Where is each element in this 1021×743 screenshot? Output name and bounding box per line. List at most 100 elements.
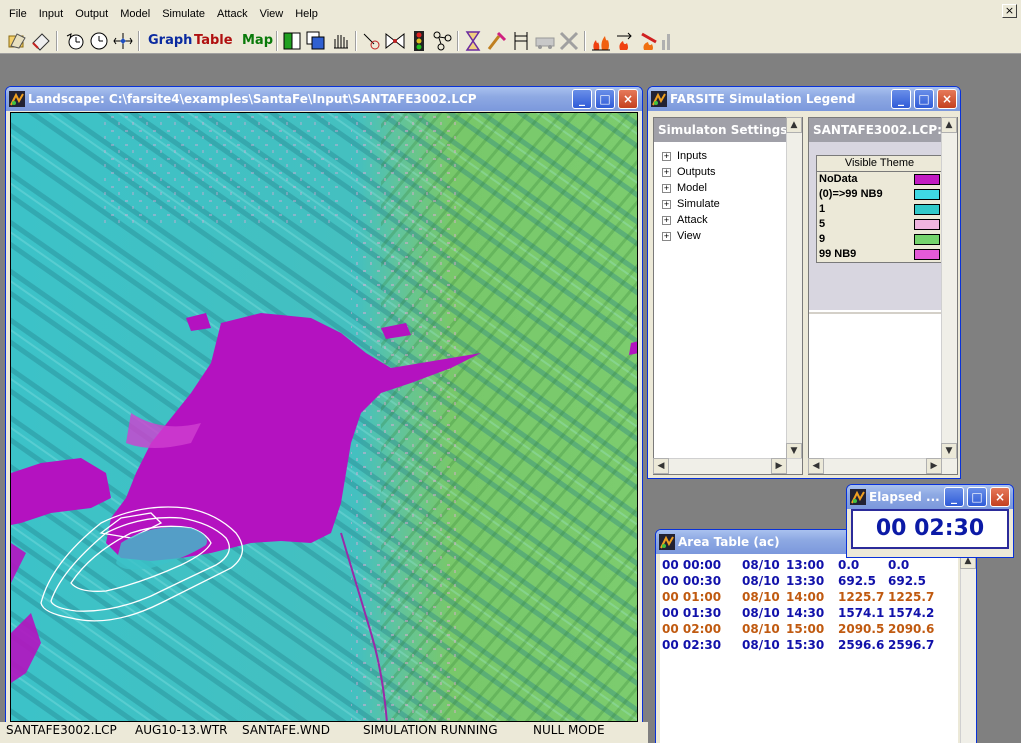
menu-help[interactable]: Help <box>289 0 324 28</box>
close-icon: × <box>941 92 953 106</box>
landscape-titlebar[interactable]: Landscape: C:\farsite4\examples\SantaFe\… <box>6 87 642 111</box>
color-swatch <box>914 174 940 185</box>
clock-reset-icon <box>66 33 84 50</box>
theme-row: NoData <box>817 172 942 187</box>
hand-button[interactable] <box>329 30 351 52</box>
compass-icon <box>113 33 133 49</box>
farsite-app-icon <box>659 534 675 550</box>
nodes-button[interactable] <box>432 30 454 52</box>
hourglass-icon <box>465 31 481 51</box>
close-icon: × <box>622 92 634 106</box>
map-button[interactable]: Map <box>239 31 276 51</box>
elapsed-minimize-button[interactable]: _ <box>944 487 964 507</box>
toolbar: Graph Table Map <box>0 28 1021 54</box>
clock-button[interactable] <box>88 30 110 52</box>
close-icon: × <box>1004 4 1015 17</box>
theme-horizontal-scrollbar[interactable]: ◀ ▶ <box>808 458 957 474</box>
expand-icon[interactable]: + <box>662 231 671 241</box>
spot-icon <box>363 33 380 50</box>
landscape-close-button[interactable]: × <box>618 89 638 109</box>
expand-icon[interactable]: + <box>662 151 671 161</box>
legend-maximize-button[interactable]: □ <box>914 89 934 109</box>
landscape-title: Landscape: C:\farsite4\examples\SantaFe\… <box>28 92 477 106</box>
theme-vertical-scrollbar[interactable]: ▲ ▼ <box>941 117 957 459</box>
app-close-button[interactable]: × <box>1002 4 1017 18</box>
landscape-map[interactable] <box>10 112 638 722</box>
brush-button[interactable] <box>486 30 508 52</box>
legend-close-button[interactable]: × <box>937 89 957 109</box>
theme-row: 99 NB9 <box>817 247 942 262</box>
chair-button[interactable] <box>510 30 532 52</box>
tree-item-inputs[interactable]: + Inputs <box>662 148 707 164</box>
area-table-scrollbar[interactable]: ▲ <box>960 553 976 743</box>
visible-theme-header[interactable]: Visible Theme <box>817 156 942 172</box>
fire-engine-button[interactable] <box>534 30 556 52</box>
area-table-title: Area Table (ac) <box>678 535 780 549</box>
minimize-icon: _ <box>579 92 585 106</box>
tools-button[interactable] <box>558 30 580 52</box>
maximize-icon: □ <box>971 490 983 504</box>
layers-button[interactable] <box>305 30 327 52</box>
open-project-button[interactable] <box>6 30 28 52</box>
color-swatch <box>914 234 940 245</box>
color-tools-button[interactable] <box>281 30 303 52</box>
menu-output[interactable]: Output <box>69 0 114 28</box>
fires-button[interactable] <box>590 30 612 52</box>
menu-input[interactable]: Input <box>33 0 69 28</box>
fire-spray-button[interactable] <box>638 30 660 52</box>
hourglass-button[interactable] <box>462 30 484 52</box>
menu-view[interactable]: View <box>254 0 290 28</box>
tree-item-simulate[interactable]: + Simulate <box>662 196 720 212</box>
expand-icon[interactable]: + <box>662 215 671 225</box>
tree-item-model[interactable]: + Model <box>662 180 707 196</box>
bowtie-button[interactable] <box>384 30 406 52</box>
menu-file[interactable]: File <box>3 0 33 28</box>
graph-button[interactable]: Graph <box>145 31 195 51</box>
settings-horizontal-scrollbar[interactable]: ◀ ▶ <box>653 458 802 474</box>
fire-engine-icon <box>535 37 555 49</box>
scroll-left-icon[interactable]: ◀ <box>808 458 824 474</box>
compass-button[interactable] <box>112 30 134 52</box>
tree-item-attack[interactable]: + Attack <box>662 212 708 228</box>
elapsed-close-button[interactable]: × <box>990 487 1010 507</box>
scroll-left-icon[interactable]: ◀ <box>653 458 669 474</box>
scroll-up-icon[interactable]: ▲ <box>941 117 957 133</box>
landscape-maximize-button[interactable]: □ <box>595 89 615 109</box>
minimize-icon: _ <box>951 490 957 504</box>
expand-icon[interactable]: + <box>662 183 671 193</box>
burning-arrows-icon <box>617 32 632 50</box>
bars-icon <box>662 34 670 50</box>
expand-icon[interactable]: + <box>662 199 671 209</box>
legend-minimize-button[interactable]: _ <box>891 89 911 109</box>
eraser-button[interactable] <box>30 30 52 52</box>
scroll-right-icon[interactable]: ▶ <box>771 458 787 474</box>
menu-model[interactable]: Model <box>114 0 156 28</box>
scroll-up-icon[interactable]: ▲ <box>786 117 802 133</box>
landscape-minimize-button[interactable]: _ <box>572 89 592 109</box>
fires-icon <box>592 36 610 51</box>
burning-arrows-button[interactable] <box>614 30 636 52</box>
tree-item-view[interactable]: + View <box>662 228 701 244</box>
traffic-light-button[interactable] <box>408 30 430 52</box>
tree-item-outputs[interactable]: + Outputs <box>662 164 716 180</box>
traffic-light-icon <box>414 31 424 51</box>
menu-simulate[interactable]: Simulate <box>156 0 211 28</box>
elapsed-maximize-button[interactable]: □ <box>967 487 987 507</box>
status-weather-file: AUG10-13.WTR <box>135 723 228 737</box>
settings-vertical-scrollbar[interactable]: ▲ ▼ <box>786 117 802 459</box>
minimize-icon: _ <box>898 92 904 106</box>
expand-icon[interactable]: + <box>662 167 671 177</box>
bars-button[interactable] <box>660 30 674 52</box>
fire-spray-icon <box>641 32 657 50</box>
table-button[interactable]: Table <box>191 31 236 51</box>
farsite-app-icon <box>850 489 866 505</box>
color-swatch <box>914 204 940 215</box>
menu-attack[interactable]: Attack <box>211 0 254 28</box>
spot-button[interactable] <box>360 30 382 52</box>
scroll-down-icon[interactable]: ▼ <box>786 443 802 459</box>
clock-reset-button[interactable] <box>64 30 86 52</box>
color-swatch <box>914 189 940 200</box>
scroll-right-icon[interactable]: ▶ <box>926 458 942 474</box>
elapsed-titlebar[interactable]: Elapsed ... <box>847 485 1013 509</box>
scroll-down-icon[interactable]: ▼ <box>941 443 957 459</box>
